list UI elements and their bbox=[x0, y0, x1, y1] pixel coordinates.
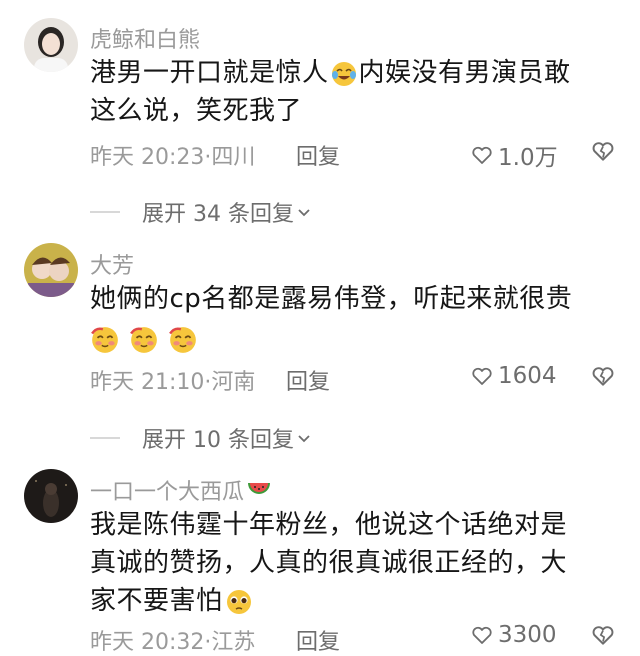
heart-outline-icon bbox=[472, 146, 492, 164]
avatar[interactable] bbox=[24, 469, 78, 523]
broken-heart-icon[interactable] bbox=[590, 363, 616, 389]
comment-meta: 昨天 20:32·江苏 bbox=[90, 630, 256, 655]
heart-outline-icon bbox=[472, 626, 492, 644]
expand-replies-button[interactable]: 展开 34 条回复 bbox=[90, 196, 312, 228]
pleading-emoji bbox=[226, 589, 251, 614]
reply-button[interactable]: 回复 bbox=[286, 364, 330, 396]
avatar[interactable] bbox=[24, 18, 78, 72]
reply-button[interactable]: 回复 bbox=[296, 139, 340, 171]
username[interactable]: 大芳 bbox=[90, 248, 134, 280]
like-count: 1.0万 bbox=[498, 145, 558, 171]
like-button[interactable]: 3300 bbox=[470, 622, 557, 648]
emoji-row bbox=[90, 318, 610, 358]
comment-text: 我是陈伟霆十年粉丝，他说这个话绝对是 真诚的赞扬，人真的很真诚很正经的，大 家不… bbox=[90, 510, 568, 616]
like-button[interactable]: 1.0万 bbox=[470, 138, 558, 172]
comment-meta: 昨天 21:10·河南 bbox=[90, 370, 256, 395]
chevron-down-icon bbox=[298, 435, 310, 443]
blushing-emoji bbox=[168, 326, 196, 353]
username[interactable]: 一口一个大西瓜 bbox=[90, 474, 272, 506]
avatar[interactable] bbox=[24, 243, 78, 297]
broken-heart-icon[interactable] bbox=[590, 622, 616, 648]
chevron-down-icon bbox=[298, 209, 310, 217]
like-count: 3300 bbox=[498, 622, 557, 648]
expand-replies-label: 展开 10 条回复 bbox=[142, 428, 294, 453]
username-text: 一口一个大西瓜 bbox=[90, 480, 245, 505]
divider-line bbox=[90, 211, 120, 213]
broken-heart-icon[interactable] bbox=[590, 138, 616, 164]
tears-of-joy-emoji bbox=[331, 61, 356, 86]
expand-replies-button[interactable]: 展开 10 条回复 bbox=[90, 422, 312, 454]
username[interactable]: 虎鲸和白熊 bbox=[90, 22, 200, 54]
comment-text: 她俩的cp名都是露易伟登，听起来就很贵 bbox=[90, 280, 610, 358]
reply-button[interactable]: 回复 bbox=[296, 624, 340, 656]
watermelon-emoji bbox=[248, 483, 271, 494]
like-button[interactable]: 1604 bbox=[470, 363, 557, 389]
blushing-emoji bbox=[91, 326, 118, 353]
divider-line bbox=[90, 437, 120, 439]
comment-meta: 昨天 20:23·四川 bbox=[90, 145, 256, 170]
heart-outline-icon bbox=[472, 367, 492, 385]
blushing-emoji bbox=[129, 326, 157, 353]
like-count: 1604 bbox=[498, 363, 557, 389]
comment-text: 港男一开口就是惊人 内娱没有男演员敢 这么说，笑死我了 bbox=[90, 58, 571, 126]
expand-replies-label: 展开 34 条回复 bbox=[142, 202, 294, 227]
